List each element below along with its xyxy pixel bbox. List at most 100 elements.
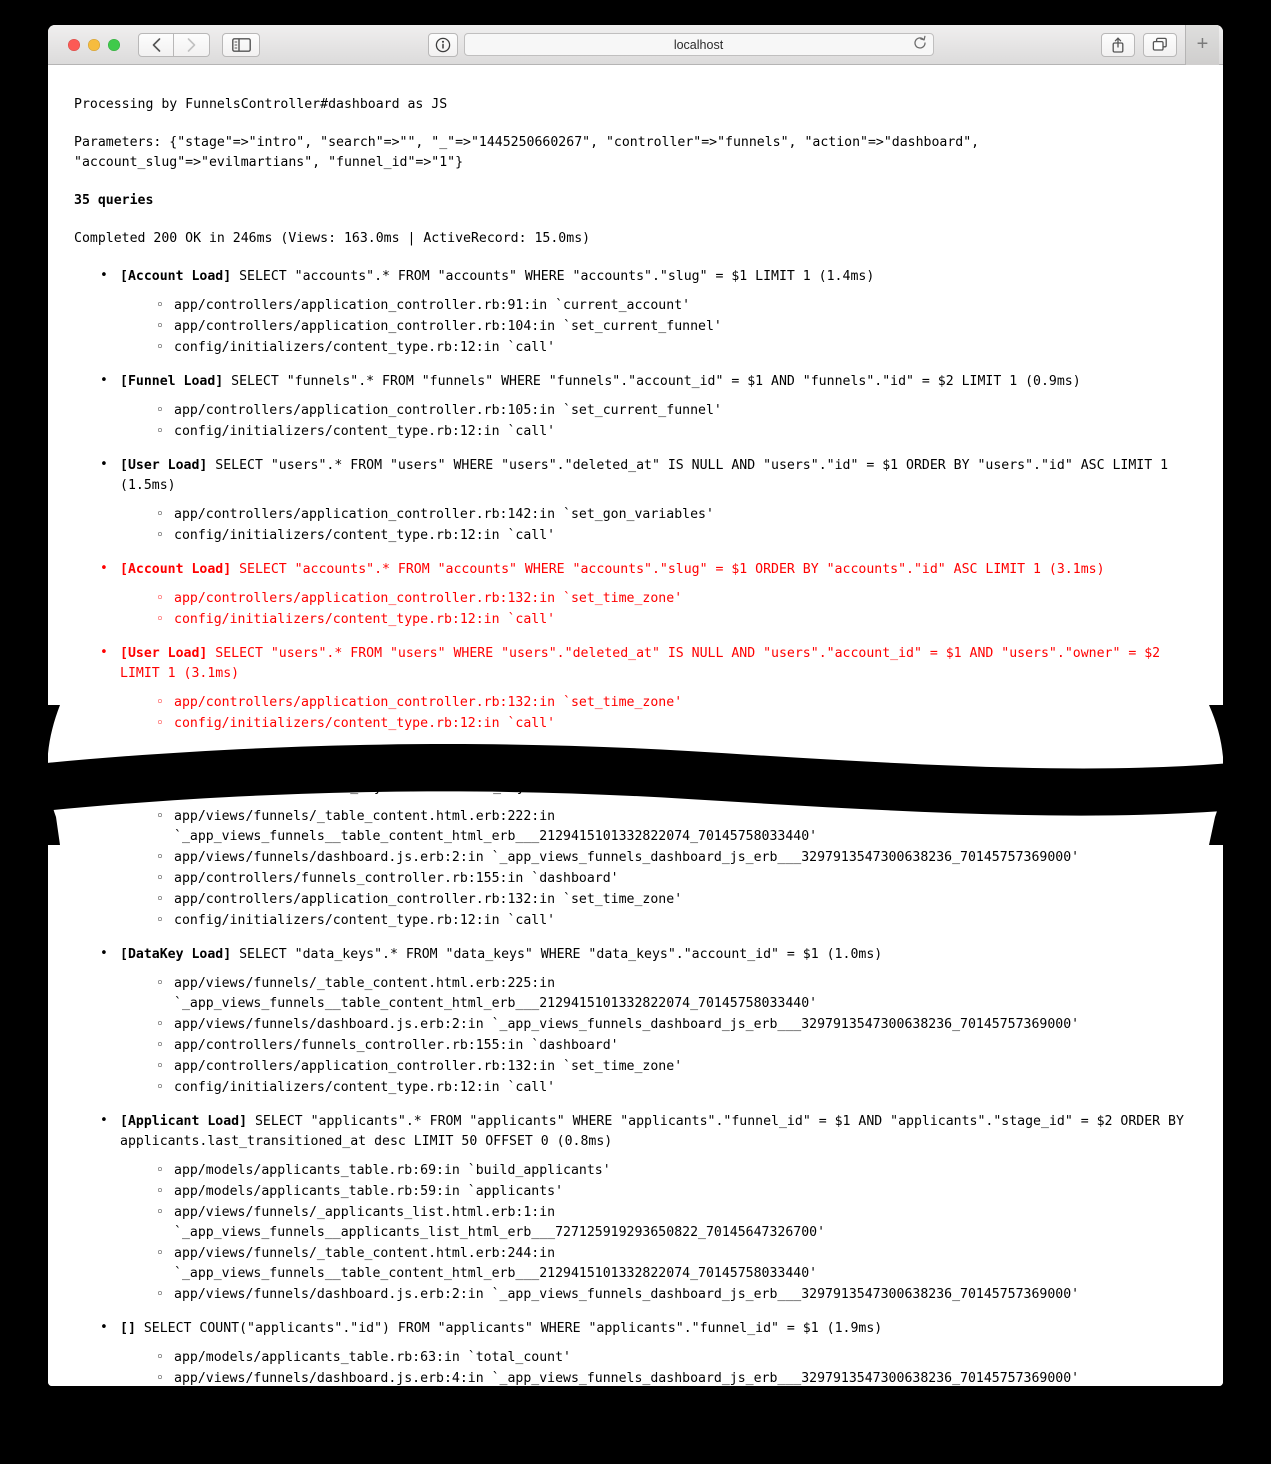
backtrace-line: app/controllers/application_controller.r…: [156, 296, 1197, 316]
backtrace-line: config/initializers/content_type.rb:12:i…: [156, 1078, 1197, 1098]
query-entry: [] SELECT COUNT("applicants"."id") FROM …: [100, 1318, 1197, 1386]
backtrace-line: config/initializers/content_type.rb:12:i…: [156, 338, 1197, 358]
query-sql-text: SELECT COUNT("applicants"."id") FROM "ap…: [135, 1321, 883, 1336]
reload-button[interactable]: [913, 35, 927, 54]
back-button[interactable]: [138, 32, 174, 57]
log-query-count: 35 queries: [74, 193, 154, 208]
backtrace-line: app/views/funnels/dashboard.js.erb:2:in …: [156, 1285, 1197, 1305]
tabs-overview-icon: [1152, 37, 1167, 51]
backtrace-line: app/controllers/funnels_controller.rb:15…: [156, 1036, 1197, 1056]
query-entry: [User Load] SELECT "users".* FROM "users…: [100, 455, 1197, 546]
query-sql-text: SELECT "users".* FROM "users" WHERE "use…: [120, 458, 1176, 493]
backtrace-line: config/initializers/content_type.rb:12:i…: [156, 610, 1197, 630]
backtrace-line: app/views/funnels/dashboard.js.erb:2:in …: [156, 848, 1197, 868]
query-sql-line: [] SELECT COUNT("applicants"."id") FROM …: [120, 1319, 1197, 1339]
backtrace-line: app/views/funnels/_applicants_list.html.…: [156, 1203, 1197, 1243]
address-bar-area: localhost: [270, 32, 1091, 57]
query-entry: [User Load] SELECT "users".* FROM "users…: [100, 643, 1197, 734]
window-controls: [68, 38, 120, 51]
query-sql-line: [User Load] SELECT "users".* FROM "users…: [120, 456, 1197, 496]
plus-icon: +: [1196, 33, 1209, 55]
query-backtrace-list: app/controllers/application_controller.r…: [120, 589, 1197, 630]
query-list-bottom: [] SELECT COUNT(*) FROM "data_keys" WHER…: [74, 777, 1197, 1386]
query-entry: [DataKey Load] SELECT "data_keys".* FROM…: [100, 944, 1197, 1098]
query-sql-line: [Applicant Load] SELECT "applicants".* F…: [120, 1112, 1197, 1152]
query-list-top: [Account Load] SELECT "accounts".* FROM …: [74, 266, 1197, 734]
forward-button[interactable]: [174, 32, 210, 57]
backtrace-line: app/controllers/application_controller.r…: [156, 589, 1197, 609]
query-backtrace-list: app/controllers/application_controller.r…: [120, 401, 1197, 442]
backtrace-line: app/views/funnels/dashboard.js.erb:2:in …: [156, 1015, 1197, 1035]
backtrace-line: app/views/funnels/_table_content.html.er…: [156, 974, 1197, 1014]
browser-toolbar: localhost +: [48, 25, 1223, 65]
chevron-left-icon: [152, 37, 160, 52]
share-button[interactable]: [1101, 32, 1135, 57]
backtrace-line: app/controllers/funnels_controller.rb:15…: [156, 869, 1197, 889]
query-sql-line: [DataKey Load] SELECT "data_keys".* FROM…: [120, 945, 1197, 965]
browser-window: localhost + Processing by FunnelsControl…: [48, 25, 1223, 1386]
backtrace-line: app/controllers/application_controller.r…: [156, 693, 1197, 713]
query-sql-line: [Account Load] SELECT "accounts".* FROM …: [120, 267, 1197, 287]
toolbar-right-buttons: +: [1101, 25, 1219, 65]
reload-icon: [913, 35, 926, 49]
backtrace-line: app/models/applicants_table.rb:69:in `bu…: [156, 1161, 1197, 1181]
query-backtrace-list: app/controllers/application_controller.r…: [120, 693, 1197, 734]
query-label: [Funnel Load]: [120, 374, 224, 389]
query-sql-text: SELECT COUNT(*) FROM "data_keys" WHERE "…: [135, 780, 748, 795]
query-entry: [Applicant Load] SELECT "applicants".* F…: [100, 1111, 1197, 1305]
query-sql-line: [Funnel Load] SELECT "funnels".* FROM "f…: [120, 372, 1197, 392]
reader-view-button[interactable]: [427, 32, 458, 57]
query-label: []: [120, 780, 136, 795]
show-sidebar-button[interactable]: [222, 32, 260, 57]
query-label: [User Load]: [120, 458, 208, 473]
query-sql-line: [User Load] SELECT "users".* FROM "users…: [120, 644, 1197, 684]
backtrace-line: app/controllers/application_controller.r…: [156, 890, 1197, 910]
query-backtrace-list: app/views/funnels/_table_content.html.er…: [120, 974, 1197, 1098]
backtrace-line: config/initializers/content_type.rb:12:i…: [156, 526, 1197, 546]
query-backtrace-list: app/models/applicants_table.rb:63:in `to…: [120, 1348, 1197, 1386]
close-window-button[interactable]: [68, 38, 80, 51]
query-sql-text: SELECT "funnels".* FROM "funnels" WHERE …: [223, 374, 1081, 389]
page-content: Processing by FunnelsController#dashboar…: [48, 65, 1223, 1386]
query-sql-line: [Account Load] SELECT "accounts".* FROM …: [120, 560, 1197, 580]
share-icon: [1112, 37, 1124, 53]
query-label: [Applicant Load]: [120, 1114, 248, 1129]
query-entry: [Account Load] SELECT "accounts".* FROM …: [100, 266, 1197, 358]
query-entry: [Funnel Load] SELECT "funnels".* FROM "f…: [100, 371, 1197, 442]
query-sql-text: SELECT "accounts".* FROM "accounts" WHER…: [231, 562, 1105, 577]
log-processing-line: Processing by FunnelsController#dashboar…: [74, 97, 448, 112]
backtrace-line: app/views/funnels/_table_content.html.er…: [156, 1244, 1197, 1284]
chevron-right-icon: [187, 37, 196, 52]
backtrace-line: config/initializers/content_type.rb:12:i…: [156, 714, 1197, 734]
backtrace-line: app/models/applicants_table.rb:59:in `ap…: [156, 1182, 1197, 1202]
backtrace-line: config/initializers/content_type.rb:12:i…: [156, 911, 1197, 931]
minimize-window-button[interactable]: [88, 38, 100, 51]
query-sql-text: SELECT "users".* FROM "users" WHERE "use…: [120, 646, 1169, 681]
query-sql-text: SELECT "applicants".* FROM "applicants" …: [120, 1114, 1192, 1149]
query-label: [Account Load]: [120, 562, 232, 577]
query-entry: [Account Load] SELECT "accounts".* FROM …: [100, 559, 1197, 630]
backtrace-line: app/models/applicants_table.rb:63:in `to…: [156, 1348, 1197, 1368]
log-parameters-line: Parameters: {"stage"=>"intro", "search"=…: [74, 135, 988, 170]
query-backtrace-list: app/views/funnels/_table_content.html.er…: [120, 807, 1197, 931]
backtrace-line: app/controllers/application_controller.r…: [156, 505, 1197, 525]
backtrace-line: app/controllers/application_controller.r…: [156, 317, 1197, 337]
navigation-buttons: [138, 32, 210, 57]
zoom-window-button[interactable]: [108, 38, 120, 51]
show-all-tabs-button[interactable]: [1143, 32, 1177, 57]
query-backtrace-list: app/controllers/application_controller.r…: [120, 505, 1197, 546]
sidebar-icon: [231, 37, 251, 52]
rails-log: Processing by FunnelsController#dashboar…: [48, 65, 1223, 1386]
url-text: localhost: [673, 37, 724, 52]
query-label: [User Load]: [120, 646, 208, 661]
backtrace-line: app/views/funnels/dashboard.js.erb:4:in …: [156, 1369, 1197, 1386]
url-input[interactable]: localhost: [463, 33, 934, 56]
query-entry: [] SELECT COUNT(*) FROM "data_keys" WHER…: [100, 777, 1197, 931]
query-label: [Account Load]: [120, 269, 232, 284]
backtrace-line: app/views/funnels/_table_content.html.er…: [156, 807, 1197, 847]
info-circle-icon: [435, 37, 450, 52]
log-completed-line: Completed 200 OK in 246ms (Views: 163.0m…: [74, 231, 591, 246]
query-backtrace-list: app/controllers/application_controller.r…: [120, 296, 1197, 358]
new-tab-button[interactable]: +: [1185, 25, 1219, 65]
query-sql-text: SELECT "data_keys".* FROM "data_keys" WH…: [231, 947, 883, 962]
